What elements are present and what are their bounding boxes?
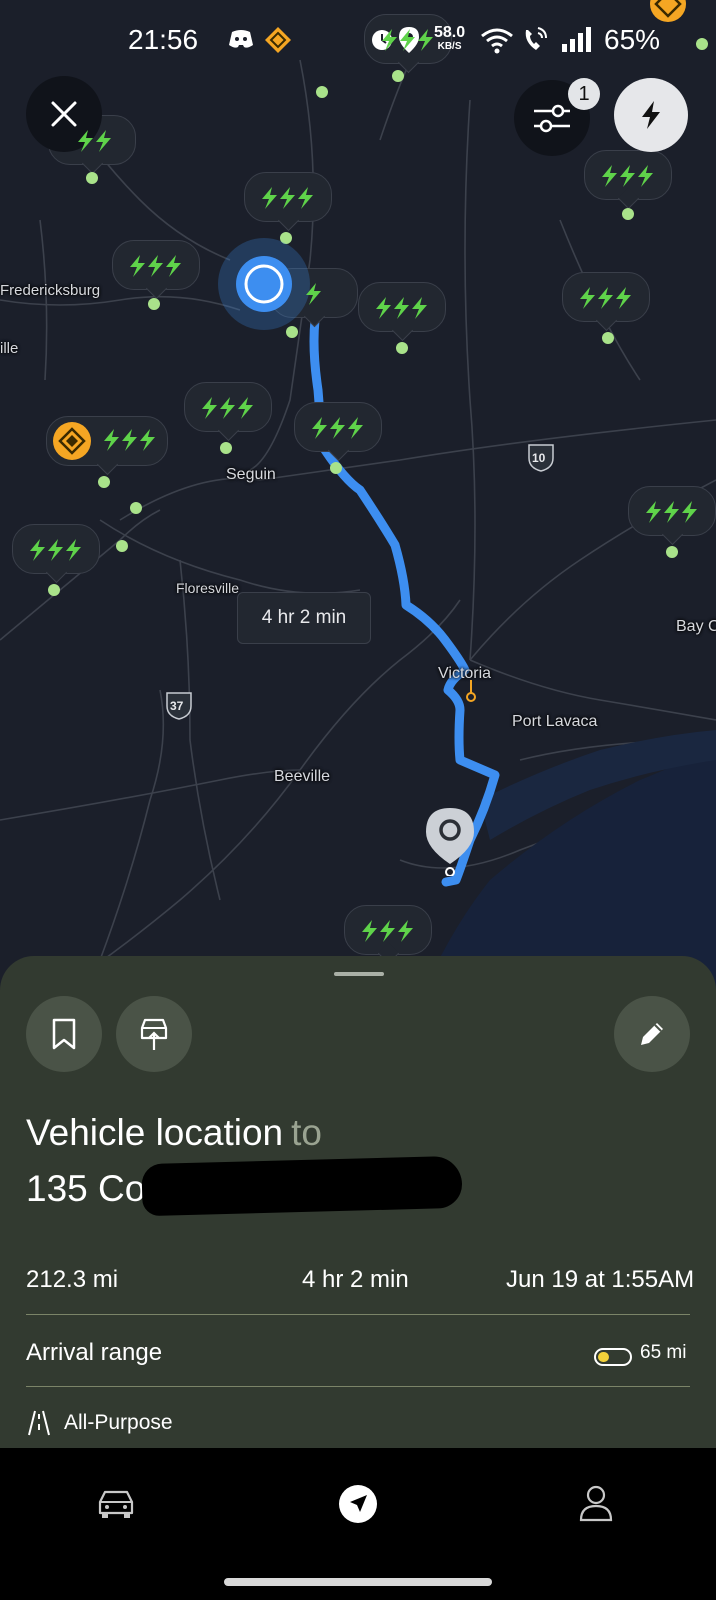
arrival-range-value: 65 mi <box>640 1342 687 1363</box>
charger-pin[interactable] <box>344 905 432 955</box>
route-duration: 4 hr 2 min <box>302 1266 409 1293</box>
interstate-10-label: 10 <box>532 451 546 465</box>
battery-level-icon <box>594 1348 632 1366</box>
send-to-car-icon <box>140 1018 168 1050</box>
profile-icon <box>579 1485 613 1522</box>
charger-bolts-icon <box>382 29 433 51</box>
charging-toggle-button[interactable] <box>614 78 688 152</box>
charger-dot[interactable] <box>98 476 110 488</box>
send-to-vehicle-button[interactable] <box>116 996 192 1072</box>
status-time: 21:56 <box>128 24 199 55</box>
charger-bolts-icon <box>580 287 631 309</box>
nav-profile-tab[interactable] <box>578 1484 614 1527</box>
rivian-app-icon <box>265 27 291 53</box>
charger-bolts-icon <box>362 920 413 942</box>
charger-pin[interactable] <box>244 172 332 222</box>
wifi-calling-icon <box>525 27 547 50</box>
charger-pin[interactable] <box>628 486 716 536</box>
car-icon <box>98 1490 134 1518</box>
road-icon <box>28 1410 50 1436</box>
charger-dot[interactable] <box>148 298 160 310</box>
charger-bolts-icon <box>376 297 427 319</box>
bottom-nav <box>0 1448 716 1600</box>
route-title-origin: Vehicle location to <box>26 1112 322 1154</box>
charger-dot[interactable] <box>220 442 232 454</box>
charger-dot[interactable] <box>86 172 98 184</box>
destination-label: 135 Co <box>26 1168 146 1209</box>
redaction-mark <box>141 1155 463 1217</box>
nav-navigation-tab[interactable] <box>338 1484 378 1529</box>
filter-count-badge: 1 <box>568 78 600 110</box>
charger-dot[interactable] <box>330 462 342 474</box>
charger-bolts-icon <box>202 397 253 419</box>
divider <box>26 1386 690 1387</box>
charger-pin[interactable] <box>584 150 672 200</box>
waypoint-icon <box>466 680 476 702</box>
wifi-icon <box>481 28 513 54</box>
eta-bubble: 4 hr 2 min <box>237 592 371 644</box>
nav-vehicle-tab[interactable] <box>96 1486 136 1525</box>
lightning-icon <box>642 101 660 129</box>
charger-bolts-icon <box>312 417 363 439</box>
city-label: Fredericksburg <box>0 282 101 299</box>
city-label: Bay C <box>676 618 716 635</box>
network-speed-unit: KB/S <box>437 41 462 52</box>
close-icon <box>51 101 77 127</box>
edit-route-button[interactable] <box>614 996 690 1072</box>
route-connector: to <box>291 1112 322 1153</box>
city-label: Seguin <box>226 466 276 483</box>
status-bar: 21:56 58.0 KB/S 65% <box>0 0 716 80</box>
pencil-icon <box>641 1023 663 1045</box>
sheet-drag-handle[interactable] <box>334 972 384 976</box>
city-label: Beeville <box>274 768 331 785</box>
origin-label: Vehicle location <box>26 1112 284 1153</box>
charger-bolts-icon <box>646 501 697 523</box>
charger-pin[interactable] <box>12 524 100 574</box>
charger-pin-rivian[interactable] <box>46 416 168 466</box>
city-label: Port Lavaca <box>512 713 598 730</box>
signal-icon <box>562 27 591 52</box>
interstate-37-label: 37 <box>170 699 184 713</box>
charger-dot[interactable] <box>396 342 408 354</box>
charger-dot[interactable] <box>48 584 60 596</box>
city-label: ille <box>0 340 19 357</box>
battery-level-fill <box>598 1352 609 1362</box>
map-view[interactable]: 10 37 Fredericksburg ille Seguin Floresv… <box>0 0 716 1000</box>
arrival-range-label: Arrival range <box>26 1339 163 1366</box>
home-indicator[interactable] <box>224 1578 492 1586</box>
charger-pin[interactable] <box>358 282 446 332</box>
route-distance: 212.3 mi <box>26 1266 119 1293</box>
charger-dot[interactable] <box>116 540 128 552</box>
charger-bolts-icon <box>602 165 653 187</box>
rivian-charger-icon <box>53 422 155 460</box>
charger-bolts-icon <box>306 283 321 305</box>
charger-dot[interactable] <box>622 208 634 220</box>
charger-pin[interactable] <box>562 272 650 322</box>
charger-dot[interactable] <box>130 502 142 514</box>
charger-pin[interactable] <box>184 382 272 432</box>
city-label: Floresville <box>176 580 240 596</box>
charger-bolts-icon <box>130 255 181 277</box>
discord-icon <box>229 30 253 48</box>
charger-pin[interactable] <box>112 240 200 290</box>
drive-mode-label: All-Purpose <box>64 1411 173 1434</box>
network-speed: 58.0 KB/S <box>434 24 466 54</box>
route-arrival-time: Jun 19 at 1:55AM <box>506 1266 695 1293</box>
network-speed-value: 58.0 <box>434 24 466 41</box>
charger-bolts-icon <box>262 187 313 209</box>
destination-pin-icon[interactable] <box>424 806 476 876</box>
sliders-icon <box>534 104 570 133</box>
charger-pin[interactable] <box>294 402 382 452</box>
divider <box>26 1314 690 1315</box>
charger-dot[interactable] <box>666 546 678 558</box>
battery-percent: 65% <box>604 24 661 55</box>
navigation-arrow-icon <box>339 1485 377 1523</box>
charger-bolts-icon <box>30 539 81 561</box>
route-sheet[interactable]: Vehicle location to 135 Co 212.3 mi 4 hr … <box>0 956 716 1448</box>
save-route-button[interactable] <box>26 996 102 1072</box>
charger-dot[interactable] <box>316 86 328 98</box>
charger-bolts-icon <box>78 130 111 152</box>
bookmark-icon <box>52 1018 76 1050</box>
charger-dot[interactable] <box>602 332 614 344</box>
